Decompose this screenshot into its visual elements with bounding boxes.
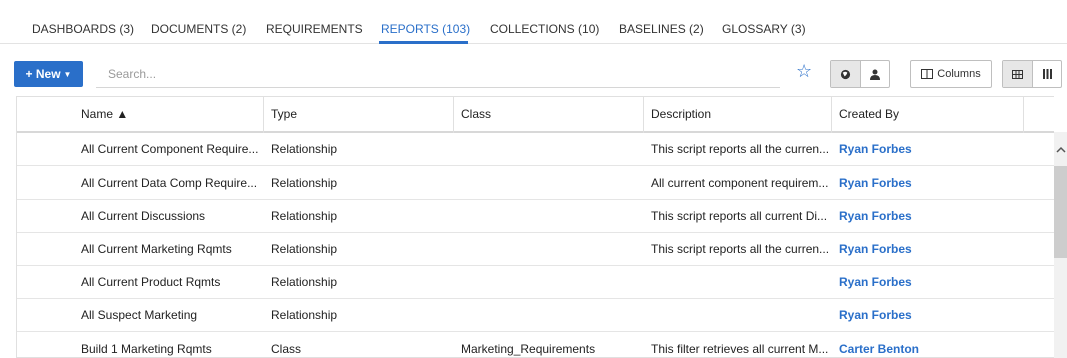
caret-down-icon: ▼ (63, 69, 72, 79)
column-view-icon[interactable] (1032, 61, 1061, 87)
reports-grid: Name ▲ Type Class Description Created By… (16, 96, 1054, 358)
cell-description: This filter retrieves all current M... (651, 341, 829, 356)
cell-created-by-link[interactable]: Carter Benton (831, 332, 1021, 357)
cell-type: Relationship (271, 176, 338, 190)
globe-icon[interactable] (831, 61, 860, 87)
table-row[interactable]: All Current Component Require... Relatio… (17, 133, 1054, 166)
cell-name: All Current Component Require... (81, 142, 259, 156)
cell-type: Relationship (271, 142, 338, 156)
column-header-type[interactable]: Type (263, 97, 453, 131)
columns-button-label: Columns (937, 68, 981, 80)
view-mode-group (1002, 60, 1062, 88)
user-icon[interactable] (860, 61, 889, 87)
toolbar: + New ▼ ☆ Columns (0, 44, 1067, 96)
vertical-scrollbar[interactable] (1054, 132, 1067, 358)
cell-created-by-link[interactable]: Ryan Forbes (831, 133, 1021, 165)
cell-description: This script reports all current Di... (651, 209, 828, 223)
cell-created-by-link[interactable]: Ryan Forbes (831, 266, 1021, 298)
column-header-created-by[interactable]: Created By (831, 97, 1021, 131)
cell-class (453, 266, 643, 298)
cell-description (643, 266, 831, 298)
column-divider (1023, 97, 1024, 133)
cell-name: All Current Marketing Rqmts (81, 242, 232, 256)
cell-description: All current component requirem... (651, 176, 829, 190)
column-divider (831, 97, 832, 133)
grid-header: Name ▲ Type Class Description Created By (17, 97, 1054, 133)
visibility-toggle-group (830, 60, 890, 88)
table-row[interactable]: All Current Data Comp Require... Relatio… (17, 167, 1054, 200)
tab-requirements[interactable]: REQUIREMENTS (266, 22, 363, 36)
table-row[interactable]: Build 1 Marketing Rqmts Class Marketing_… (17, 332, 1054, 357)
tab-reports[interactable]: REPORTS (103) (381, 22, 470, 36)
cell-name: All Current Discussions (81, 209, 206, 223)
cell-description (643, 299, 831, 331)
column-header-name[interactable]: Name ▲ (73, 97, 263, 131)
column-header-description[interactable]: Description (643, 97, 831, 131)
cell-created-by-link[interactable]: Ryan Forbes (831, 200, 1021, 232)
star-icon[interactable]: ☆ (796, 61, 812, 82)
cell-name: All Current Data Comp Require... (81, 176, 258, 190)
cell-class (453, 133, 643, 165)
cell-class (453, 200, 643, 232)
column-header-class[interactable]: Class (453, 97, 643, 131)
cell-name: Build 1 Marketing Rqmts (81, 341, 212, 356)
cell-description: This script reports all the curren... (651, 142, 830, 156)
cell-name: All Suspect Marketing (81, 308, 198, 322)
cell-created-by-link[interactable]: Ryan Forbes (831, 233, 1021, 265)
table-row[interactable]: All Current Marketing Rqmts Relationship… (17, 233, 1054, 266)
tab-baselines[interactable]: BASELINES (2) (619, 22, 704, 36)
tab-glossary[interactable]: GLOSSARY (3) (722, 22, 806, 36)
cell-type: Relationship (271, 242, 338, 256)
cell-created-by-link[interactable]: Ryan Forbes (831, 299, 1021, 331)
table-row[interactable]: All Current Discussions Relationship Thi… (17, 200, 1054, 233)
cell-name: All Current Product Rqmts (81, 275, 221, 289)
columns-button[interactable]: Columns (910, 60, 992, 88)
cell-description: This script reports all the curren... (651, 242, 830, 256)
table-row[interactable]: All Suspect Marketing Relationship Ryan … (17, 299, 1054, 332)
tab-collections[interactable]: COLLECTIONS (10) (490, 22, 599, 36)
column-divider (643, 97, 644, 133)
chevron-up-icon[interactable] (1054, 146, 1067, 160)
grid-view-icon[interactable] (1003, 61, 1032, 87)
tab-bar: DASHBOARDS (3) DOCUMENTS (2) REQUIREMENT… (0, 0, 1067, 44)
cell-type: Class (271, 341, 302, 356)
new-button[interactable]: + New ▼ (14, 61, 83, 87)
cell-type: Relationship (271, 308, 338, 322)
tab-dashboards[interactable]: DASHBOARDS (3) (32, 22, 134, 36)
cell-created-by-link[interactable]: Ryan Forbes (831, 167, 1021, 199)
column-divider (263, 97, 264, 133)
search-input[interactable] (96, 61, 780, 88)
table-row[interactable]: All Current Product Rqmts Relationship R… (17, 266, 1054, 299)
scrollbar-thumb[interactable] (1054, 166, 1067, 258)
column-divider (453, 97, 454, 133)
cell-type: Relationship (271, 209, 338, 223)
cell-class (453, 233, 643, 265)
cell-class: Marketing_Requirements (461, 341, 596, 356)
cell-class (453, 167, 643, 199)
columns-icon (921, 69, 934, 79)
cell-class (453, 299, 643, 331)
tab-documents[interactable]: DOCUMENTS (2) (151, 22, 246, 36)
cell-type: Relationship (271, 275, 338, 289)
new-button-label: + New (25, 67, 61, 81)
